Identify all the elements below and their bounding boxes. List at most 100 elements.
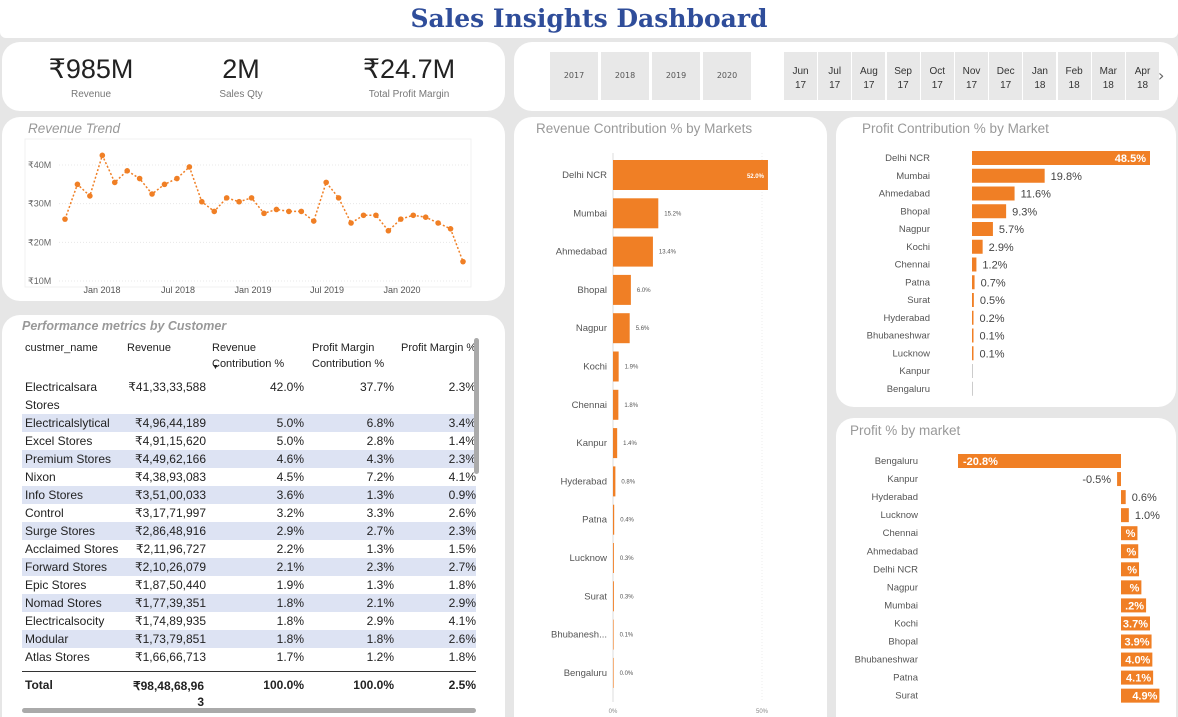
bar[interactable] [972, 222, 993, 236]
bar[interactable] [972, 364, 973, 378]
revenue-data-point[interactable] [261, 210, 267, 217]
header-customer-name[interactable]: custmer_name [25, 340, 98, 356]
month-slicer-apr-18[interactable]: Apr 18 [1126, 52, 1159, 100]
revenue-data-point[interactable] [298, 208, 305, 215]
bar[interactable] [613, 389, 619, 420]
bar[interactable] [613, 428, 618, 459]
revenue-data-point[interactable] [111, 179, 118, 186]
revenue-data-point[interactable] [435, 220, 441, 226]
table-row[interactable]: Epic Stores ₹1,87,50,440 1.9% 1.3% 1.8% [22, 576, 476, 594]
bar[interactable] [613, 236, 653, 267]
table-row[interactable]: Electricalslytical ₹4,96,44,189 5.0% 6.8% 3.… [22, 414, 476, 432]
table-row[interactable]: Info Stores ₹3,51,00,033 3.6% 1.3% 0.9% [22, 486, 476, 504]
bar[interactable] [1121, 490, 1126, 505]
bar[interactable] [613, 160, 768, 190]
table-vertical-scrollbar[interactable] [474, 338, 479, 474]
revenue-data-point[interactable] [211, 208, 218, 215]
revenue-data-point[interactable] [186, 164, 193, 170]
table-row[interactable]: Electricalsara Stores ₹41,33,33,588 42.0% 37… [22, 378, 476, 414]
month-slicer-sep-17[interactable]: Sep 17 [886, 52, 920, 100]
bar[interactable] [972, 186, 1015, 201]
bar[interactable] [972, 328, 974, 343]
table-row[interactable]: Excel Stores ₹4,91,15,620 5.0% 2.8% 1.4% [22, 432, 476, 450]
bar[interactable] [972, 239, 983, 254]
bar[interactable] [613, 543, 614, 573]
revenue-data-point[interactable] [398, 216, 404, 222]
revenue-data-point[interactable] [161, 181, 168, 188]
revenue-data-point[interactable] [286, 208, 292, 215]
year-slicer-2019[interactable]: 2019 [652, 52, 700, 100]
sort-desc-icon[interactable]: ▼ [212, 364, 219, 371]
revenue-data-point[interactable] [174, 175, 180, 182]
month-slicer-jan-18[interactable]: Jan 18 [1023, 52, 1057, 100]
bar[interactable] [613, 351, 619, 382]
bar[interactable] [972, 168, 1045, 183]
bar[interactable] [613, 198, 659, 229]
revenue-data-point[interactable] [236, 198, 242, 205]
revenue-data-point[interactable] [385, 227, 392, 234]
revenue-data-point[interactable] [124, 168, 130, 174]
bar[interactable] [972, 346, 974, 361]
table-row[interactable]: Nixon ₹4,38,93,083 4.5% 7.2% 4.1% [22, 468, 476, 486]
bar[interactable] [972, 310, 974, 325]
bar[interactable] [613, 274, 631, 305]
table-horizontal-scrollbar[interactable] [22, 708, 476, 713]
bar[interactable] [613, 313, 630, 344]
revenue-data-point[interactable] [323, 179, 329, 186]
bar[interactable] [1117, 472, 1121, 487]
table-row[interactable]: Premium Stores ₹4,49,62,166 4.6% 4.3% 2.3% [22, 450, 476, 468]
revenue-data-point[interactable] [422, 214, 429, 220]
bar[interactable] [972, 275, 975, 290]
revenue-data-point[interactable] [310, 218, 317, 224]
header-revenue[interactable]: Revenue [127, 340, 171, 356]
bar[interactable] [613, 504, 615, 535]
revenue-data-point[interactable] [273, 206, 280, 213]
month-slicer-aug-17[interactable]: Aug 17 [852, 52, 886, 100]
table-row[interactable]: Control ₹3,17,71,997 3.2% 3.3% 2.6% [22, 504, 476, 522]
header-profit-margin-pct[interactable]: Profit Margin % [401, 340, 476, 356]
revenue-data-point[interactable] [335, 195, 342, 201]
bar[interactable] [972, 204, 1007, 219]
revenue-data-point[interactable] [136, 175, 143, 182]
revenue-data-point[interactable] [248, 195, 255, 201]
revenue-data-point[interactable] [223, 195, 230, 201]
month-slicer-jun-17[interactable]: Jun 17 [784, 52, 817, 100]
bar[interactable] [613, 619, 614, 650]
table-row[interactable]: Modular ₹1,73,79,851 1.8% 1.8% 2.6% [22, 630, 476, 648]
year-slicer-2017[interactable]: 2017 [550, 52, 598, 100]
revenue-data-point[interactable] [360, 212, 367, 219]
header-profit-margin-contribution[interactable]: Profit Margin Contribution % [312, 340, 384, 372]
revenue-data-point[interactable] [373, 212, 379, 219]
month-slicer-mar-18[interactable]: Mar 18 [1091, 52, 1125, 100]
header-revenue-contribution[interactable]: Revenue Contribution % [212, 340, 284, 372]
revenue-data-point[interactable] [99, 152, 106, 159]
table-row[interactable]: Acclaimed Stores ₹2,11,96,727 2.2% 1.3% 1.5% [22, 540, 476, 558]
bar[interactable] [613, 466, 616, 497]
year-slicer-2020[interactable]: 2020 [703, 52, 751, 100]
revenue-data-point[interactable] [348, 220, 354, 226]
bar[interactable] [613, 657, 614, 688]
year-slicer-2018[interactable]: 2018 [601, 52, 649, 100]
revenue-data-point[interactable] [149, 191, 155, 197]
month-slicer-oct-17[interactable]: Oct 17 [920, 52, 954, 100]
bar[interactable] [1121, 508, 1129, 523]
table-row[interactable]: Electricalsocity ₹1,74,89,935 1.8% 2.9% 4.1% [22, 612, 476, 630]
bar[interactable] [972, 293, 974, 307]
month-slicer-dec-17[interactable]: Dec 17 [989, 52, 1023, 100]
table-row[interactable]: Surge Stores ₹2,86,48,916 2.9% 2.7% 2.3% [22, 522, 476, 540]
revenue-data-point[interactable] [447, 226, 454, 232]
revenue-data-point[interactable] [74, 181, 81, 188]
revenue-data-point[interactable] [460, 258, 466, 265]
bar[interactable] [972, 381, 973, 396]
chevron-right-icon[interactable]: › [1158, 66, 1164, 85]
bar[interactable] [972, 257, 977, 272]
revenue-data-point[interactable] [410, 212, 417, 219]
month-slicer-jul-17[interactable]: Jul 17 [818, 52, 852, 100]
month-slicer-nov-17[interactable]: Nov 17 [955, 52, 988, 100]
month-slicer-feb-18[interactable]: Feb 18 [1057, 52, 1091, 100]
revenue-data-point[interactable] [87, 193, 93, 199]
table-row[interactable]: Atlas Stores ₹1,66,66,713 1.7% 1.2% 1.8% [22, 648, 476, 666]
revenue-data-point[interactable] [199, 198, 205, 205]
bar[interactable] [613, 581, 614, 612]
revenue-data-point[interactable] [62, 216, 68, 222]
